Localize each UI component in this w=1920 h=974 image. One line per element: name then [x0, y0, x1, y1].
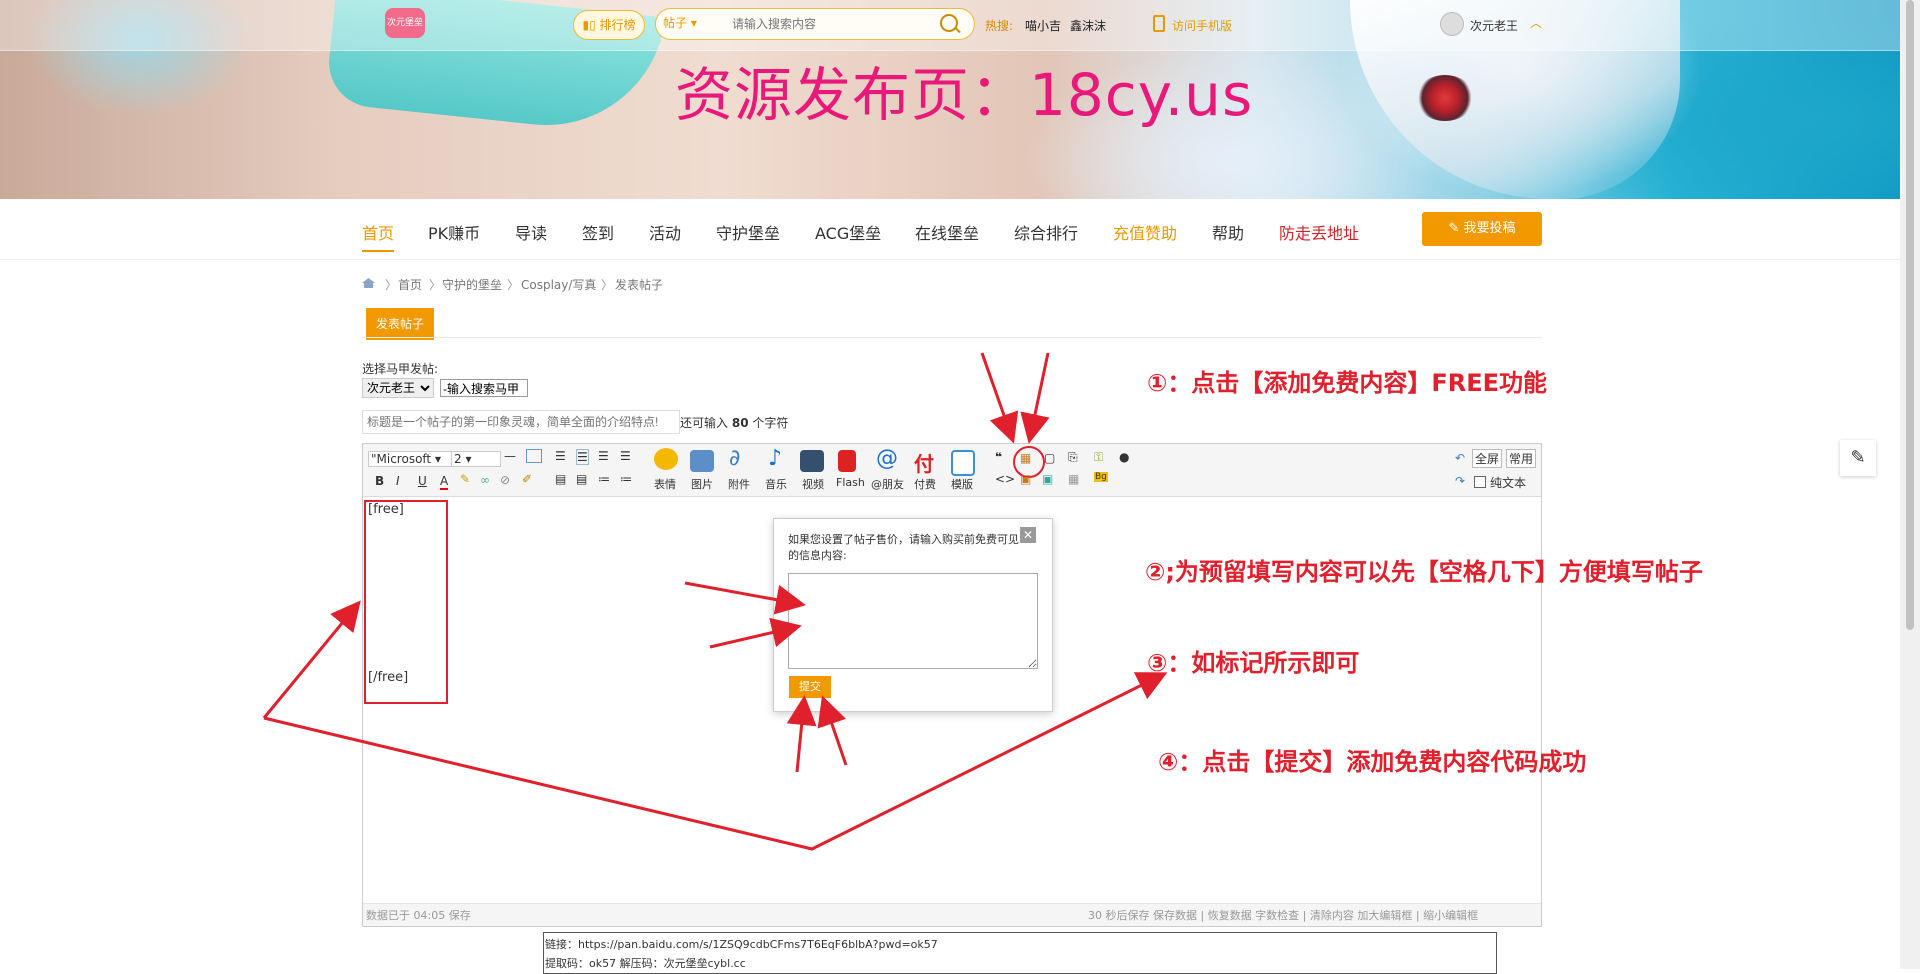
arrow-icon: [263, 672, 1168, 851]
arrow-icon: [709, 617, 802, 649]
edit-icon[interactable]: ✎: [1840, 440, 1876, 476]
scrollbar-thumb[interactable]: [1906, 0, 1914, 630]
arrow-icon: [1020, 352, 1050, 444]
arrow-icon: [262, 600, 361, 719]
annotation-arrows: [262, 352, 1168, 851]
download-link[interactable]: 链接：https://pan.baidu.com/s/1ZSQ9cdbCFms7…: [545, 936, 938, 952]
arrow-icon: [684, 581, 806, 615]
arrow-icon: [980, 352, 1019, 444]
arrow-icon: [817, 695, 848, 766]
arrow-icon: [786, 695, 817, 773]
